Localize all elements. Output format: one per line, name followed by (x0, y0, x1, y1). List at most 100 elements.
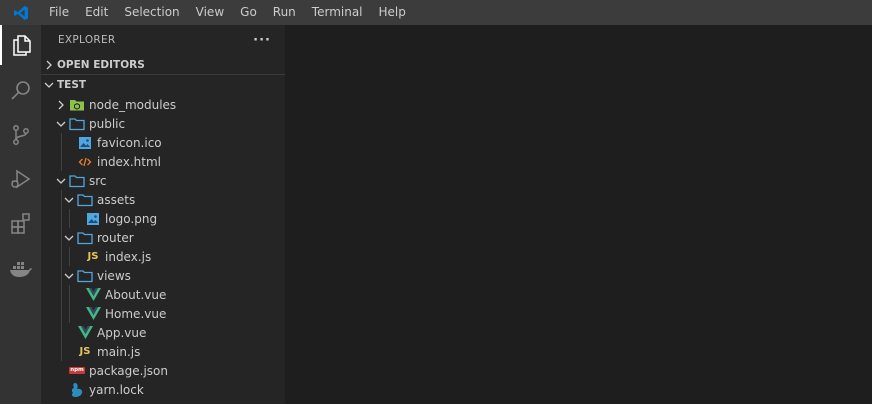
tree-item-label: router (97, 230, 134, 245)
tree-item-label: public (89, 116, 126, 131)
tree-item-label: favicon.ico (97, 135, 162, 150)
tree-item[interactable]: logo.png (41, 209, 285, 228)
title-bar: File Edit Selection View Go Run Terminal… (0, 0, 872, 25)
chevron-right-icon (53, 95, 69, 114)
tree-item[interactable]: favicon.ico (41, 133, 285, 152)
tree-item[interactable]: App.vue (41, 323, 285, 342)
more-actions-icon[interactable]: ··· (253, 33, 271, 48)
tree-item-label: main.js (97, 344, 141, 359)
files-icon (12, 35, 31, 56)
tree-item-label: Home.vue (105, 306, 167, 321)
folder-icon (69, 171, 85, 190)
folder-icon (77, 266, 93, 285)
source-control-button[interactable] (0, 115, 41, 155)
js-file-icon: JS (77, 342, 93, 361)
source-control-icon (12, 125, 29, 145)
vue-file-icon (77, 323, 93, 342)
tree-item[interactable]: yarn.lock (41, 380, 285, 399)
chevron-down-icon (61, 266, 77, 285)
vue-file-icon (85, 285, 101, 304)
chevron-down-icon (61, 228, 77, 247)
indent-guide (61, 304, 62, 323)
run-debug-button[interactable] (0, 159, 41, 199)
tree-item[interactable]: Home.vue (41, 304, 285, 323)
indent-guide (61, 133, 62, 152)
editor-area[interactable] (285, 25, 872, 404)
folder-section-test[interactable]: TEST (41, 75, 285, 95)
explorer-header: EXPLORER ··· (41, 25, 285, 55)
docker-icon (9, 262, 32, 277)
tree-item-label: App.vue (97, 325, 147, 340)
tree-item[interactable]: assets (41, 190, 285, 209)
run-debug-icon (10, 169, 30, 189)
open-editors-section[interactable]: OPEN EDITORS (41, 55, 285, 75)
menu-edit[interactable]: Edit (77, 0, 116, 25)
chevron-down-icon (41, 76, 57, 95)
tree-item[interactable]: JS main.js (41, 342, 285, 361)
tree-item[interactable]: public (41, 114, 285, 133)
explorer-button[interactable] (0, 25, 41, 65)
yarn-file-icon (69, 380, 85, 399)
indent-guide (61, 152, 62, 171)
folder-icon (77, 190, 93, 209)
folder-section-label: TEST (57, 79, 87, 91)
indent-guide (69, 209, 70, 228)
tree-item-label: views (97, 268, 131, 283)
tree-item[interactable]: router (41, 228, 285, 247)
explorer-title: EXPLORER (58, 34, 116, 46)
image-file-icon (85, 209, 101, 228)
tree-item-label: assets (97, 192, 136, 207)
tree-item-label: src (89, 173, 107, 188)
extensions-icon (10, 213, 30, 234)
npm-file-icon: npm (69, 361, 85, 380)
indent-guide (61, 247, 62, 266)
menu-selection[interactable]: Selection (116, 0, 187, 25)
file-tree: node_modulespublic favicon.ico index.html s… (41, 95, 285, 399)
js-badge-text: JS (79, 346, 91, 357)
menu-run[interactable]: Run (265, 0, 304, 25)
menu-help[interactable]: Help (371, 0, 414, 25)
node-folder-icon (69, 95, 85, 114)
menu-file[interactable]: File (41, 0, 77, 25)
indent-guide (69, 285, 70, 304)
indent-guide (69, 304, 70, 323)
extensions-button[interactable] (0, 203, 41, 243)
indent-guide (61, 266, 62, 285)
npm-badge-text: npm (69, 367, 85, 374)
tree-item[interactable]: About.vue (41, 285, 285, 304)
tree-item-label: About.vue (105, 287, 167, 302)
tree-item[interactable]: node_modules (41, 95, 285, 114)
tree-item-label: yarn.lock (89, 382, 144, 397)
tree-item[interactable]: index.html (41, 152, 285, 171)
tree-item[interactable]: src (41, 171, 285, 190)
indent-guide (61, 190, 62, 209)
menu-view[interactable]: View (188, 0, 232, 25)
menu-terminal[interactable]: Terminal (304, 0, 371, 25)
tree-item[interactable]: JS index.js (41, 247, 285, 266)
indent-guide (61, 285, 62, 304)
indent-guide (61, 323, 62, 342)
tree-item[interactable]: views (41, 266, 285, 285)
tree-item-label: node_modules (89, 97, 177, 112)
tree-item-label: index.html (97, 154, 161, 169)
folder-icon (77, 228, 93, 247)
menu-go[interactable]: Go (232, 0, 265, 25)
indent-guide (61, 342, 62, 361)
tree-item-label: package.json (89, 363, 169, 378)
indent-guide (61, 228, 62, 247)
folder-icon (69, 114, 85, 133)
open-editors-label: OPEN EDITORS (57, 58, 145, 71)
search-button[interactable] (0, 71, 41, 111)
tree-item-label: index.js (105, 249, 152, 264)
image-file-icon (77, 133, 93, 152)
explorer-sidebar: EXPLORER ··· OPEN EDITORS TEST node_modu… (41, 25, 285, 404)
indent-guide (69, 247, 70, 266)
docker-button[interactable] (0, 249, 41, 289)
tree-item[interactable]: npm package.json (41, 361, 285, 380)
